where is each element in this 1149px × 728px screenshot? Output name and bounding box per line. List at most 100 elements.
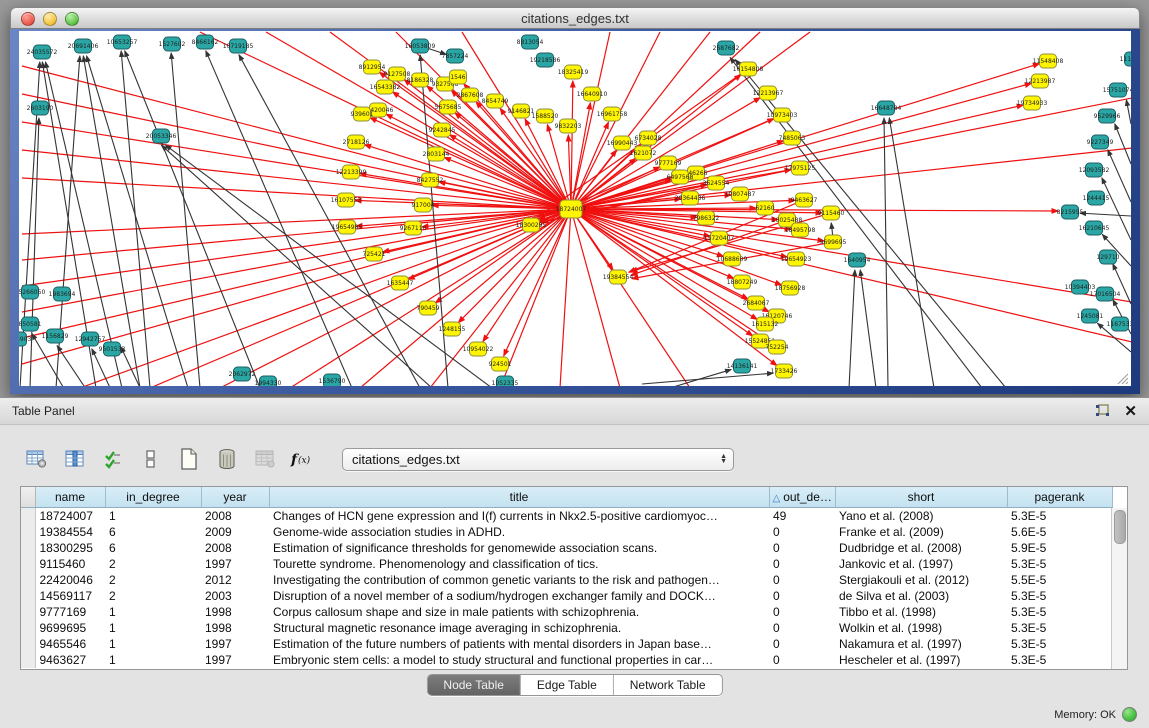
graph-node[interactable]: 16543382 — [370, 80, 401, 94]
table-cell[interactable]: 0 — [769, 588, 835, 604]
graph-node[interactable]: 1244415 — [1083, 191, 1110, 205]
table-cell[interactable]: 1997 — [201, 636, 269, 652]
table-cell[interactable]: 2009 — [201, 524, 269, 540]
graph-node[interactable]: 9242845 — [429, 123, 456, 137]
graph-node[interactable]: 62160 — [755, 201, 774, 215]
table-cell[interactable]: 1998 — [201, 604, 269, 620]
graph-node[interactable]: 12213399 — [336, 165, 367, 179]
table-cell[interactable]: 19384554 — [35, 524, 105, 540]
table-cell[interactable]: 18724007 — [35, 508, 105, 525]
table-cell[interactable]: 5.5E-5 — [1007, 572, 1112, 588]
table-cell[interactable]: Jankovic et al. (1997) — [835, 556, 1007, 572]
tab-network-table[interactable]: Network Table — [613, 675, 722, 695]
table-cell[interactable]: Changes of HCN gene expression and I(f) … — [269, 508, 769, 525]
table-cell[interactable]: 9777169 — [35, 604, 105, 620]
graph-node[interactable]: 10719185 — [223, 39, 254, 53]
table-cell[interactable]: 14569117 — [35, 588, 105, 604]
graph-node[interactable]: 9529966 — [1094, 109, 1121, 123]
table-cell[interactable]: 2012 — [201, 572, 269, 588]
graph-node[interactable]: 2718126 — [343, 135, 370, 149]
table-cell[interactable]: Stergiakouli et al. (2012) — [835, 572, 1007, 588]
graph-node[interactable]: 1733426 — [771, 364, 798, 378]
column-header-out-de-[interactable]: △out_de… — [769, 487, 835, 508]
table-cell[interactable]: 2008 — [201, 508, 269, 525]
table-cell[interactable]: 9115460 — [35, 556, 105, 572]
graph-node[interactable]: 9463627 — [791, 193, 818, 207]
graph-node[interactable]: 12093582 — [1079, 163, 1110, 177]
table-cell[interactable]: 5.3E-5 — [1007, 508, 1112, 525]
table-cell[interactable]: Corpus callosum shape and size in male p… — [269, 604, 769, 620]
graph-node[interactable]: 16961758 — [597, 107, 628, 121]
table-row[interactable]: 946554611997Estimation of the future num… — [21, 636, 1112, 652]
graph-node[interactable]: 1983694 — [49, 287, 76, 301]
table-cell[interactable]: 1 — [105, 620, 201, 636]
show-column-icon[interactable] — [62, 446, 88, 472]
graph-node[interactable]: 939601 — [351, 107, 374, 121]
table-cell[interactable]: 5.9E-5 — [1007, 540, 1112, 556]
graph-node[interactable]: 7986322 — [693, 211, 720, 225]
graph-node[interactable]: 1245081 — [1077, 309, 1104, 323]
column-header-name[interactable]: name — [35, 487, 105, 508]
table-row[interactable]: 1938455462009Genome-wide association stu… — [21, 524, 1112, 540]
table-cell[interactable]: Hescheler et al. (1997) — [835, 652, 1007, 668]
column-checklist-icon[interactable] — [100, 446, 126, 472]
graph-node[interactable]: 1052335 — [492, 376, 519, 386]
graph-node[interactable]: 1588520 — [532, 109, 559, 123]
table-cell[interactable]: Structural magnetic resonance image aver… — [269, 620, 769, 636]
table-cell[interactable]: 2 — [105, 556, 201, 572]
tab-edge-table[interactable]: Edge Table — [520, 675, 613, 695]
table-cell[interactable]: 2 — [105, 588, 201, 604]
table-cell[interactable]: Nakamura et al. (1997) — [835, 636, 1007, 652]
graph-node[interactable]: 12942757 — [75, 332, 106, 346]
graph-node[interactable]: 3915903 — [19, 332, 32, 346]
graph-hub-node[interactable]: 18724007 — [556, 200, 587, 218]
graph-node[interactable]: 9501533 — [99, 342, 126, 356]
close-panel-icon[interactable]: ✕ — [1124, 404, 1137, 419]
table-cell[interactable]: 1 — [105, 604, 201, 620]
graph-node[interactable]: 12213987 — [1025, 74, 1056, 88]
table-cell[interactable]: 0 — [769, 572, 835, 588]
checkboxes-icon[interactable] — [138, 446, 164, 472]
graph-node[interactable]: 9115460 — [818, 206, 845, 220]
table-cell[interactable]: Tourette syndrome. Phenomenology and cla… — [269, 556, 769, 572]
table-cell[interactable]: 5.3E-5 — [1007, 556, 1112, 572]
graph-node[interactable]: 24035572 — [27, 45, 58, 59]
graph-node[interactable]: 1167533 — [1107, 317, 1131, 331]
graph-node[interactable]: 8813054 — [517, 35, 544, 49]
table-cell[interactable]: Embryonic stem cells: a model to study s… — [269, 652, 769, 668]
table-scrollbar-thumb[interactable] — [1114, 510, 1126, 544]
graph-node[interactable]: 16154808 — [733, 62, 764, 76]
table-cell[interactable]: Estimation of significance thresholds fo… — [269, 540, 769, 556]
graph-node[interactable]: 16053809 — [405, 39, 436, 53]
table-cell[interactable]: 0 — [769, 636, 835, 652]
delete-rows-icon[interactable] — [214, 446, 240, 472]
graph-node[interactable]: 16990443 — [607, 136, 638, 150]
column-header-in-degree[interactable]: in_degree — [105, 487, 201, 508]
delete-table-icon[interactable] — [252, 446, 278, 472]
graph-node[interactable]: 10688609 — [717, 252, 748, 266]
table-cell[interactable]: de Silva et al. (2003) — [835, 588, 1007, 604]
function-builder-icon[interactable]: f(x) — [290, 446, 316, 472]
table-cell[interactable]: Franke et al. (2009) — [835, 524, 1007, 540]
graph-node[interactable]: 11548408 — [1033, 54, 1064, 68]
table-cell[interactable]: 1 — [105, 636, 201, 652]
table-cell[interactable]: 1 — [105, 652, 201, 668]
table-cell[interactable]: 18300295 — [35, 540, 105, 556]
network-svg[interactable]: 2403557220691406106532571527602846616210… — [19, 31, 1131, 386]
table-cell[interactable]: Dudbridge et al. (2008) — [835, 540, 1007, 556]
table-cell[interactable]: 0 — [769, 604, 835, 620]
table-cell[interactable]: 0 — [769, 620, 835, 636]
graph-node[interactable]: 25266050 — [19, 285, 45, 299]
table-cell[interactable]: 49 — [769, 508, 835, 525]
graph-node[interactable]: 20691406 — [68, 39, 99, 53]
minimize-window-icon[interactable] — [43, 12, 57, 26]
tab-node-table[interactable]: Node Table — [427, 675, 520, 695]
table-cell[interactable]: Genome-wide association studies in ADHD. — [269, 524, 769, 540]
graph-node[interactable]: 19734933 — [1017, 96, 1048, 110]
graph-node[interactable]: 16648784 — [871, 101, 902, 115]
graph-node[interactable]: 10954022 — [463, 342, 494, 356]
zoom-window-icon[interactable] — [65, 12, 79, 26]
column-header-pagerank[interactable]: pagerank — [1007, 487, 1112, 508]
graph-node[interactable]: 10653257 — [107, 35, 138, 49]
graph-node[interactable]: 8454749 — [482, 94, 509, 108]
